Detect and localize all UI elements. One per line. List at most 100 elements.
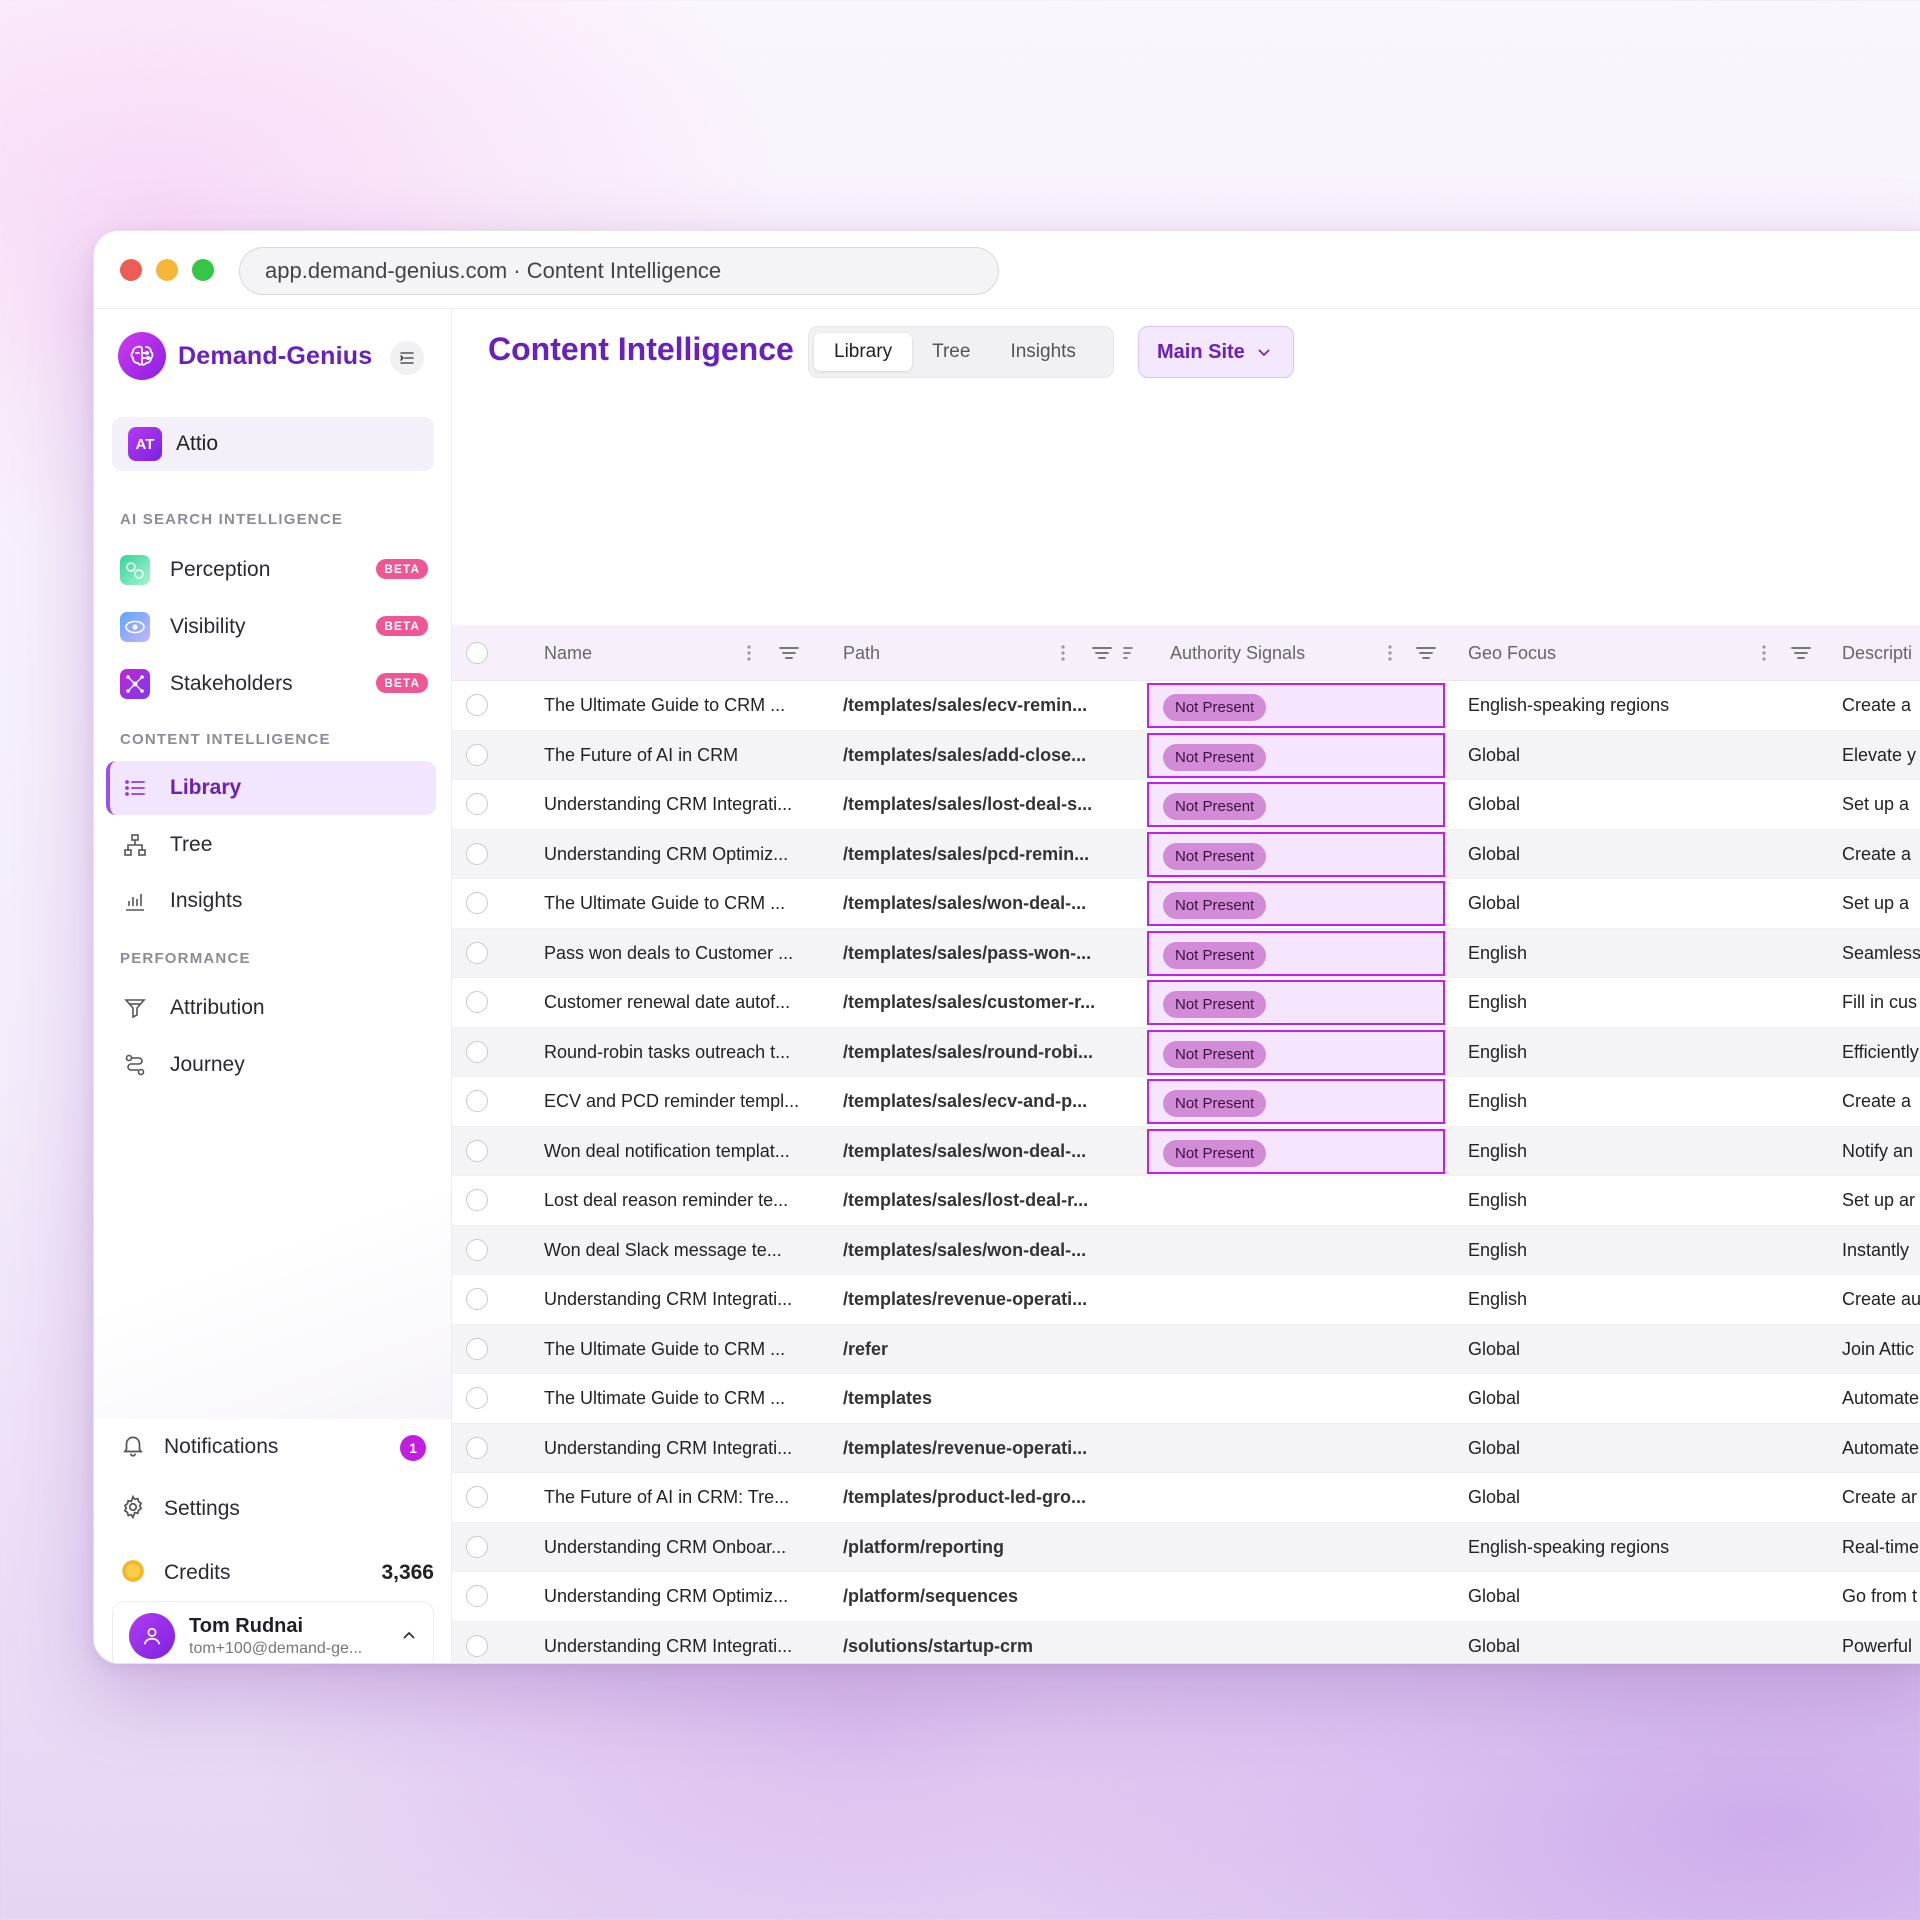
sidebar-item-library[interactable]: Library	[106, 761, 436, 815]
row-checkbox[interactable]	[466, 892, 488, 914]
column-header-description[interactable]: Descripti	[1842, 625, 1912, 681]
cell-name: Understanding CRM Integrati...	[544, 1635, 793, 1656]
column-header-path[interactable]: Path	[843, 625, 880, 681]
row-checkbox[interactable]	[466, 842, 488, 865]
status-badge: Not Present	[1163, 941, 1267, 969]
column-menu-icon[interactable]	[746, 643, 752, 668]
row-checkbox[interactable]	[466, 1585, 488, 1607]
row-checkbox[interactable]	[466, 1139, 488, 1162]
settings-item[interactable]: Settings	[120, 1485, 434, 1533]
column-menu-icon[interactable]	[1060, 643, 1066, 668]
authority-signals-cell[interactable]: Not Present	[1147, 980, 1445, 1025]
table-row[interactable]: Understanding CRM Onboar... /platform/rep…	[452, 1522, 1920, 1572]
authority-signals-cell[interactable]: Not Present	[1147, 1128, 1445, 1174]
table-row[interactable]: Understanding CRM Integrati... /templates…	[452, 1275, 1920, 1325]
address-bar[interactable]: app.demand-genius.com · Content Intellig…	[239, 247, 999, 295]
table-row[interactable]: The Ultimate Guide to CRM ... /templates/…	[452, 879, 1920, 929]
menu-collapse-icon	[400, 352, 414, 364]
table-row[interactable]: Understanding CRM Optimiz... /templates/s…	[452, 829, 1920, 879]
table-row[interactable]: The Ultimate Guide to CRM ... /refer Globa…	[452, 1324, 1920, 1374]
cell-description: Set up ar	[1842, 1190, 1916, 1211]
brand[interactable]: Demand-Genius	[118, 332, 372, 380]
row-checkbox[interactable]	[466, 991, 488, 1013]
column-menu-icon[interactable]	[1761, 643, 1767, 668]
row-checkbox[interactable]	[466, 1486, 488, 1508]
notifications-item[interactable]: Notifications 1	[120, 1423, 434, 1471]
sort-icon[interactable]	[1122, 643, 1134, 668]
sidebar-item-perception[interactable]: Perception BETA	[106, 543, 436, 597]
sidebar-item-insights[interactable]: Insights	[106, 874, 436, 928]
table-row[interactable]: Understanding CRM Integrati... /templates…	[452, 780, 1920, 830]
user-menu[interactable]: Tom Rudnai tom+100@demand-ge...	[112, 1601, 434, 1663]
row-checkbox[interactable]	[466, 1337, 488, 1360]
tab-insights[interactable]: Insights	[990, 333, 1095, 371]
sidebar-item-label: Attribution	[170, 996, 265, 1019]
sidebar-item-stakeholders[interactable]: Stakeholders BETA	[106, 657, 436, 711]
sidebar-item-journey[interactable]: Journey	[106, 1038, 436, 1092]
table-row[interactable]: Won deal notification templat... /templat…	[452, 1126, 1920, 1176]
row-checkbox[interactable]	[466, 1090, 488, 1112]
filter-icon[interactable]	[1790, 643, 1812, 668]
authority-signals-cell[interactable]: Not Present	[1147, 1079, 1445, 1124]
sidebar-item-label: Tree	[170, 833, 213, 856]
app-window: app.demand-genius.com · Content Intellig…	[93, 230, 1920, 1664]
table-row[interactable]: Pass won deals to Customer ... /templates…	[452, 928, 1920, 978]
table-row[interactable]: The Future of AI in CRM/templates/sales/…	[452, 730, 1920, 780]
authority-signals-cell[interactable]: Not Present	[1147, 930, 1445, 976]
authority-signals-cell[interactable]: Not Present	[1147, 831, 1445, 877]
row-checkbox[interactable]	[466, 1535, 488, 1558]
cell-name: The Ultimate Guide to CRM ...	[544, 1388, 786, 1409]
row-checkbox[interactable]	[466, 1238, 488, 1261]
close-window-button[interactable]	[120, 259, 142, 281]
bar-chart-icon	[120, 886, 150, 916]
row-checkbox[interactable]	[466, 694, 488, 716]
authority-signals-cell[interactable]: Not Present	[1147, 782, 1445, 827]
row-checkbox[interactable]	[466, 1634, 488, 1657]
row-checkbox[interactable]	[466, 743, 488, 766]
tab-tree[interactable]: Tree	[912, 333, 990, 371]
row-checkbox[interactable]	[466, 1288, 488, 1310]
table-row[interactable]: Won deal Slack message te... /templates/s…	[452, 1225, 1920, 1275]
cell-description: Elevate y	[1842, 744, 1917, 765]
table-row[interactable]: Understanding CRM Optimiz... /platform/se…	[452, 1572, 1920, 1622]
sidebar-item-tree[interactable]: Tree	[106, 818, 436, 872]
row-checkbox[interactable]	[466, 1040, 488, 1063]
table-row[interactable]: The Ultimate Guide to CRM ... /templates G…	[452, 1374, 1920, 1424]
table-row[interactable]: Customer renewal date autof... /templates…	[452, 978, 1920, 1028]
maximize-window-button[interactable]	[192, 259, 214, 281]
table-row[interactable]: The Ultimate Guide to CRM ... /templates/…	[452, 681, 1920, 731]
filter-icon[interactable]	[778, 643, 800, 668]
cell-name: The Ultimate Guide to CRM ...	[544, 695, 786, 716]
select-all-checkbox[interactable]	[466, 642, 488, 664]
workspace-switcher[interactable]: AT Attio	[112, 417, 434, 471]
column-header-geo-focus[interactable]: Geo Focus	[1468, 625, 1556, 681]
table-row[interactable]: ECV and PCD reminder templ... /templates/…	[452, 1077, 1920, 1127]
table-row[interactable]: The Future of AI in CRM: Tre... /template…	[452, 1473, 1920, 1523]
row-checkbox[interactable]	[466, 1436, 488, 1459]
row-checkbox[interactable]	[466, 793, 488, 815]
filter-icon[interactable]	[1091, 643, 1113, 668]
authority-signals-cell[interactable]: Not Present	[1147, 732, 1445, 778]
sidebar-item-attribution[interactable]: Attribution	[106, 981, 436, 1035]
column-menu-icon[interactable]	[1387, 643, 1393, 668]
collapse-sidebar-button[interactable]	[390, 341, 424, 375]
tab-library[interactable]: Library	[814, 333, 913, 371]
authority-signals-cell[interactable]: Not Present	[1147, 683, 1445, 728]
site-selector[interactable]: Main Site	[1138, 326, 1294, 378]
cell-geo-focus: Global	[1468, 1388, 1521, 1409]
table-row[interactable]: Understanding CRM Integrati... /solutions…	[452, 1621, 1920, 1663]
sidebar-item-visibility[interactable]: Visibility BETA	[106, 600, 436, 654]
table-row[interactable]: Round-robin tasks outreach t... /template…	[452, 1027, 1920, 1077]
table-row[interactable]: Lost deal reason reminder te... /template…	[452, 1176, 1920, 1226]
sidebar-item-label: Stakeholders	[170, 672, 293, 695]
filter-icon[interactable]	[1415, 643, 1437, 668]
column-header-authority-signals[interactable]: Authority Signals	[1170, 625, 1305, 681]
row-checkbox[interactable]	[466, 1189, 488, 1211]
row-checkbox[interactable]	[466, 941, 488, 964]
row-checkbox[interactable]	[466, 1387, 488, 1409]
authority-signals-cell[interactable]: Not Present	[1147, 1029, 1445, 1075]
table-row[interactable]: Understanding CRM Integrati... /templates…	[452, 1423, 1920, 1473]
minimize-window-button[interactable]	[156, 259, 178, 281]
column-header-name[interactable]: Name	[544, 625, 592, 681]
authority-signals-cell[interactable]: Not Present	[1147, 881, 1445, 926]
